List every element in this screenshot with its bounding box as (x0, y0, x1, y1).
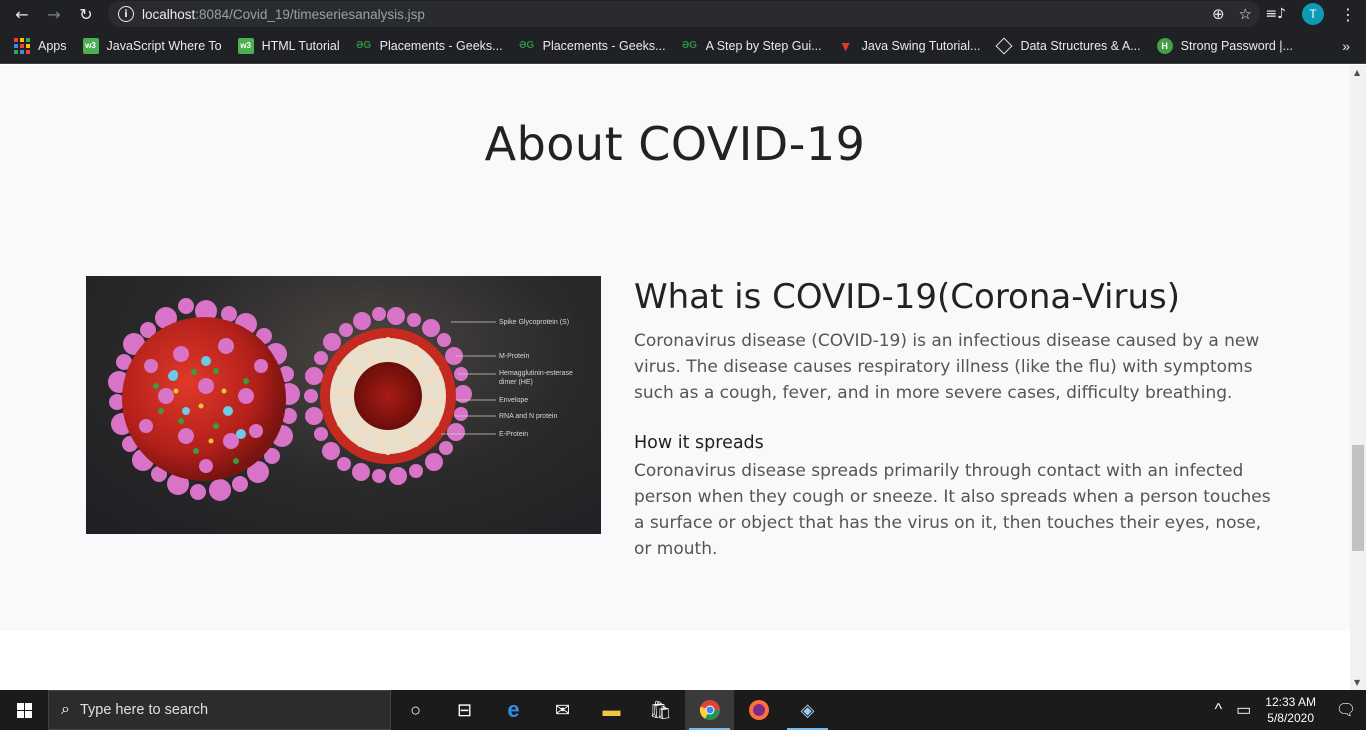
spreads-paragraph: Coronavirus disease spreads primarily th… (634, 461, 1271, 559)
section-heading: What is COVID-19(Corona-Virus) (634, 277, 1180, 317)
more-bookmarks-icon[interactable]: » (1342, 38, 1350, 54)
scroll-up-arrow-icon[interactable]: ▲ (1354, 68, 1360, 77)
cortana-icon[interactable]: ○ (391, 690, 440, 730)
bookmark-javascript-where-to[interactable]: w3 JavaScript Where To (82, 37, 222, 54)
geeksforgeeks-icon: ƏG (682, 40, 698, 51)
spreads-heading: How it spreads (634, 433, 764, 453)
task-view-icon[interactable]: ⊟ (440, 690, 489, 730)
app-cube-icon[interactable]: ◈ (783, 690, 832, 730)
bookmarks-bar: Apps w3 JavaScript Where To w3 HTML Tuto… (0, 28, 1366, 64)
bookmark-star-icon[interactable]: ☆ (1239, 5, 1252, 23)
bookmark-label: JavaScript Where To (106, 38, 222, 53)
firefox-icon[interactable] (734, 690, 783, 730)
clock[interactable]: 12:33 AM 5/8/2020 (1265, 694, 1316, 726)
label-e-protein: E-Protein (499, 431, 528, 438)
page-content: About COVID-19 Spike Glycoprotein (S) M-… (0, 65, 1350, 690)
url-host: localhost (142, 6, 196, 22)
scrollbar-thumb[interactable] (1352, 445, 1364, 551)
mail-icon[interactable]: ✉ (538, 690, 587, 730)
store-icon[interactable]: 🛍 (636, 690, 685, 730)
back-button[interactable]: ← (6, 0, 38, 28)
clock-time: 12:33 AM (1265, 695, 1316, 709)
chrome-logo (699, 700, 720, 720)
forward-button[interactable]: → (38, 0, 70, 28)
bookmark-html-tutorial[interactable]: w3 HTML Tutorial (237, 37, 340, 54)
bookmark-label: Strong Password |... (1180, 38, 1293, 53)
label-hemagglutinin: Hemagglutinin-esterase (499, 370, 573, 377)
address-bar[interactable]: i localhost:8084/Covid_19/timeseriesanal… (108, 1, 1260, 27)
notifications-icon[interactable]: 🗨 (1326, 700, 1366, 720)
bookmark-label: A Step by Step Gui... (705, 38, 822, 53)
url-path: :8084/Covid_19/timeseriesanalysis.jsp (195, 6, 425, 22)
bookmark-label: Data Structures & A... (1020, 38, 1141, 53)
page-title: About COVID-19 (484, 117, 866, 171)
bookmark-label: Placements - Geeks... (379, 38, 503, 53)
system-tray: ^ ▭ 12:33 AM 5/8/2020 🗨 (1215, 690, 1366, 730)
coronavirus-image: Spike Glycoprotein (S) M-Protein Hemaggl… (86, 276, 601, 534)
diamond-icon (995, 37, 1013, 54)
bookmark-placements-2[interactable]: ƏG Placements - Geeks... (519, 38, 666, 54)
h-icon: H (1156, 37, 1173, 54)
url-text[interactable]: localhost:8084/Covid_19/timeseriesanalys… (142, 7, 425, 22)
coronavirus-illustration: Spike Glycoprotein (S) M-Protein Hemaggl… (108, 298, 573, 501)
page-scrollbar[interactable]: ▲ ▼ (1350, 65, 1366, 690)
search-icon: ⌕ (61, 701, 70, 718)
zoom-icon[interactable]: ⊕ (1212, 5, 1225, 23)
label-rna: RNA and N protein (499, 413, 557, 420)
profile-avatar[interactable]: T (1302, 3, 1324, 25)
site-info-icon[interactable]: i (118, 6, 134, 22)
apps-icon (14, 37, 30, 54)
scroll-down-arrow-icon[interactable]: ▼ (1354, 678, 1360, 687)
virus-whole (108, 298, 300, 501)
geeksforgeeks-icon: ƏG (519, 40, 535, 51)
browser-toolbar: ← → ↻ i localhost:8084/Covid_19/timeseri… (0, 0, 1366, 28)
taskbar-search[interactable]: ⌕ Type here to search (48, 690, 391, 730)
show-hidden-icons-icon[interactable]: ^ (1215, 701, 1223, 719)
windows-taskbar: ⌕ Type here to search ○ ⊟ e ✉ ▬ 🛍 ◈ ^ ▭ … (0, 690, 1366, 730)
bookmark-label: Apps (38, 38, 67, 53)
bookmark-label: HTML Tutorial (261, 38, 340, 53)
windows-logo-icon (16, 702, 32, 718)
bookmark-placements-1[interactable]: ƏG Placements - Geeks... (356, 38, 503, 54)
bookmark-label: Java Swing Tutorial... (861, 38, 981, 53)
chrome-icon[interactable] (685, 690, 734, 730)
menu-kebab-icon[interactable]: ⋮ (1340, 5, 1356, 24)
w3schools-icon: w3 (237, 37, 254, 54)
reload-button[interactable]: ↻ (70, 0, 102, 28)
bookmark-label: Placements - Geeks... (542, 38, 666, 53)
search-placeholder: Type here to search (79, 702, 209, 718)
about-section: About COVID-19 Spike Glycoprotein (S) M-… (0, 65, 1350, 631)
bookmark-apps[interactable]: Apps (14, 37, 67, 54)
virus-cross-section (304, 307, 472, 485)
bookmark-strong-password[interactable]: H Strong Password |... (1156, 37, 1293, 54)
label-dimer: dimer (HE) (499, 379, 533, 386)
bookmark-step-by-step[interactable]: ƏG A Step by Step Gui... (682, 38, 822, 54)
javatpoint-icon: ▼ (838, 37, 853, 54)
media-controls-icon[interactable]: ≡♪ (1265, 6, 1286, 22)
w3schools-icon: w3 (82, 37, 99, 54)
label-m-protein: M-Protein (499, 353, 529, 360)
label-spike: Spike Glycoprotein (S) (499, 319, 569, 326)
clock-date: 5/8/2020 (1267, 711, 1314, 725)
geeksforgeeks-icon: ƏG (356, 40, 372, 51)
label-envelope: Envelope (499, 397, 528, 404)
start-button[interactable] (0, 690, 48, 730)
bookmark-java-swing[interactable]: ▼ Java Swing Tutorial... (838, 38, 981, 54)
firefox-logo (748, 700, 769, 720)
edge-icon[interactable]: e (489, 690, 538, 730)
battery-icon[interactable]: ▭ (1236, 700, 1251, 720)
bookmark-data-structures[interactable]: Data Structures & A... (995, 37, 1141, 54)
file-explorer-icon[interactable]: ▬ (587, 690, 636, 730)
intro-paragraph: Coronavirus disease (COVID-19) is an inf… (634, 331, 1260, 403)
